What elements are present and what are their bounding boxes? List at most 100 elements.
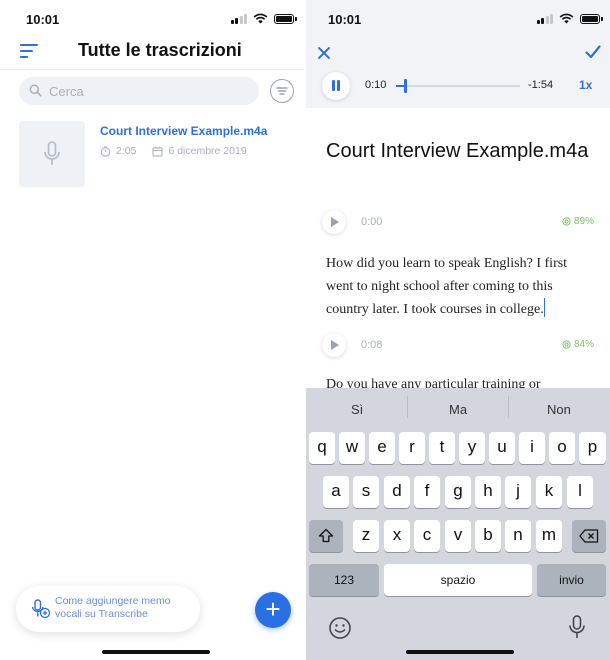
confidence-value: 89% [573, 216, 594, 227]
key[interactable]: o [549, 432, 575, 464]
wifi-icon [253, 13, 268, 24]
suggestion-divider [508, 396, 509, 418]
key[interactable]: n [505, 520, 531, 552]
search-icon [29, 84, 42, 97]
transcript-editor-screen: 10:01 0:10 -1:54 1x Court Interview Exam… [306, 0, 610, 660]
microphone-icon [44, 141, 60, 165]
key[interactable]: s [353, 476, 379, 508]
segment-header: 0:00 89% [322, 210, 602, 234]
transcript-title: Court Interview Example.m4a [326, 140, 589, 162]
mic-plus-icon [31, 599, 51, 619]
onscreen-keyboard: Sì Ma Non q w e r t y u i o p a s d f g … [306, 388, 610, 660]
key[interactable]: k [536, 476, 562, 508]
numbers-key[interactable]: 123 [309, 564, 379, 596]
current-time: 0:10 [365, 79, 387, 91]
key[interactable]: z [353, 520, 379, 552]
suggestion-item[interactable]: Non [547, 402, 571, 417]
key[interactable]: a [323, 476, 349, 508]
header-divider [0, 69, 304, 70]
key[interactable]: v [445, 520, 471, 552]
key[interactable]: t [429, 432, 455, 464]
recording-meta: 2:05 6 dicembre 2019 [100, 145, 247, 157]
checkmark-icon[interactable] [585, 45, 601, 59]
remaining-time: -1:54 [528, 79, 554, 91]
key[interactable]: b [475, 520, 501, 552]
recording-date: 6 dicembre 2019 [168, 145, 247, 157]
search-input[interactable]: Cerca [19, 77, 259, 105]
page-title: Tutte le trascrizioni [78, 40, 242, 60]
cellular-signal-icon [230, 13, 247, 24]
cellular-signal-icon [536, 13, 553, 24]
pause-button[interactable] [322, 72, 350, 100]
key[interactable]: l [567, 476, 593, 508]
home-indicator [406, 650, 514, 654]
add-recording-button[interactable]: + [255, 592, 291, 628]
key[interactable]: c [414, 520, 440, 552]
filter-button[interactable] [270, 79, 294, 103]
status-icons [536, 13, 603, 24]
key[interactable]: u [489, 432, 515, 464]
key[interactable]: i [519, 432, 545, 464]
key[interactable]: e [369, 432, 395, 464]
segment-text[interactable]: How did you learn to speak English? I fi… [326, 253, 596, 322]
key[interactable]: j [505, 476, 531, 508]
transcriptions-list-screen: 10:01 Tutte le trascrizioni Cerca Court … [0, 0, 304, 660]
suggestion-divider [407, 396, 408, 418]
text-cursor [543, 298, 546, 317]
playback-scrubber[interactable] [396, 79, 520, 93]
player-header: 10:01 0:10 -1:54 1x [306, 0, 610, 108]
timer-icon [100, 145, 111, 157]
key[interactable]: d [384, 476, 410, 508]
key[interactable]: g [445, 476, 471, 508]
target-icon [562, 217, 571, 226]
suggestion-item[interactable]: Ma [449, 402, 467, 417]
dictation-microphone-icon[interactable] [568, 615, 586, 641]
space-key[interactable]: spazio [384, 564, 532, 596]
status-icons [230, 13, 297, 24]
backspace-key[interactable] [572, 520, 606, 552]
return-key[interactable]: invio [537, 564, 606, 596]
segment-time: 0:08 [361, 339, 383, 351]
status-bar: 10:01 [306, 10, 610, 30]
screenshot-stage: 10:01 Tutte le trascrizioni Cerca Court … [0, 0, 610, 660]
voice-memo-tip-button[interactable]: Come aggiungere memo vocali su Transcrib… [16, 586, 200, 632]
backspace-icon [579, 529, 599, 543]
segment-header: 0:08 84% [322, 333, 602, 357]
key[interactable]: w [339, 432, 365, 464]
segment-confidence: 84% [562, 339, 594, 350]
calendar-icon [152, 146, 164, 157]
confidence-value: 84% [573, 339, 594, 350]
search-placeholder: Cerca [49, 84, 84, 99]
key[interactable]: y [459, 432, 485, 464]
key[interactable]: f [414, 476, 440, 508]
play-segment-button[interactable] [322, 210, 346, 234]
key[interactable]: r [399, 432, 425, 464]
key[interactable]: x [384, 520, 410, 552]
scrubber-handle[interactable] [404, 79, 408, 93]
status-bar: 10:01 [0, 10, 304, 30]
playback-speed-button[interactable]: 1x [579, 78, 592, 92]
shift-key[interactable] [309, 520, 343, 552]
wifi-icon [559, 13, 574, 24]
segment-confidence: 89% [562, 216, 594, 227]
recording-duration: 2:05 [116, 145, 137, 157]
recording-name: Court Interview Example.m4a [100, 124, 268, 138]
close-icon[interactable] [317, 46, 331, 60]
key[interactable]: m [536, 520, 562, 552]
play-segment-button[interactable] [322, 333, 346, 357]
menu-lines-icon[interactable] [20, 44, 40, 58]
recording-list-item[interactable]: Court Interview Example.m4a 2:05 6 dicem… [19, 121, 299, 187]
emoji-icon[interactable] [328, 616, 352, 640]
suggestion-bar: Sì Ma Non [306, 388, 610, 428]
status-time: 10:01 [26, 12, 60, 27]
suggestion-item[interactable]: Sì [351, 402, 363, 417]
key[interactable]: h [475, 476, 501, 508]
segment-text-content: How did you learn to speak English? I fi… [326, 256, 568, 317]
battery-icon [274, 13, 297, 24]
status-time: 10:01 [328, 12, 362, 27]
key[interactable]: q [309, 432, 335, 464]
shift-arrow-icon [318, 528, 334, 543]
key[interactable]: p [579, 432, 606, 464]
home-indicator [102, 650, 210, 654]
segment-time: 0:00 [361, 216, 383, 228]
